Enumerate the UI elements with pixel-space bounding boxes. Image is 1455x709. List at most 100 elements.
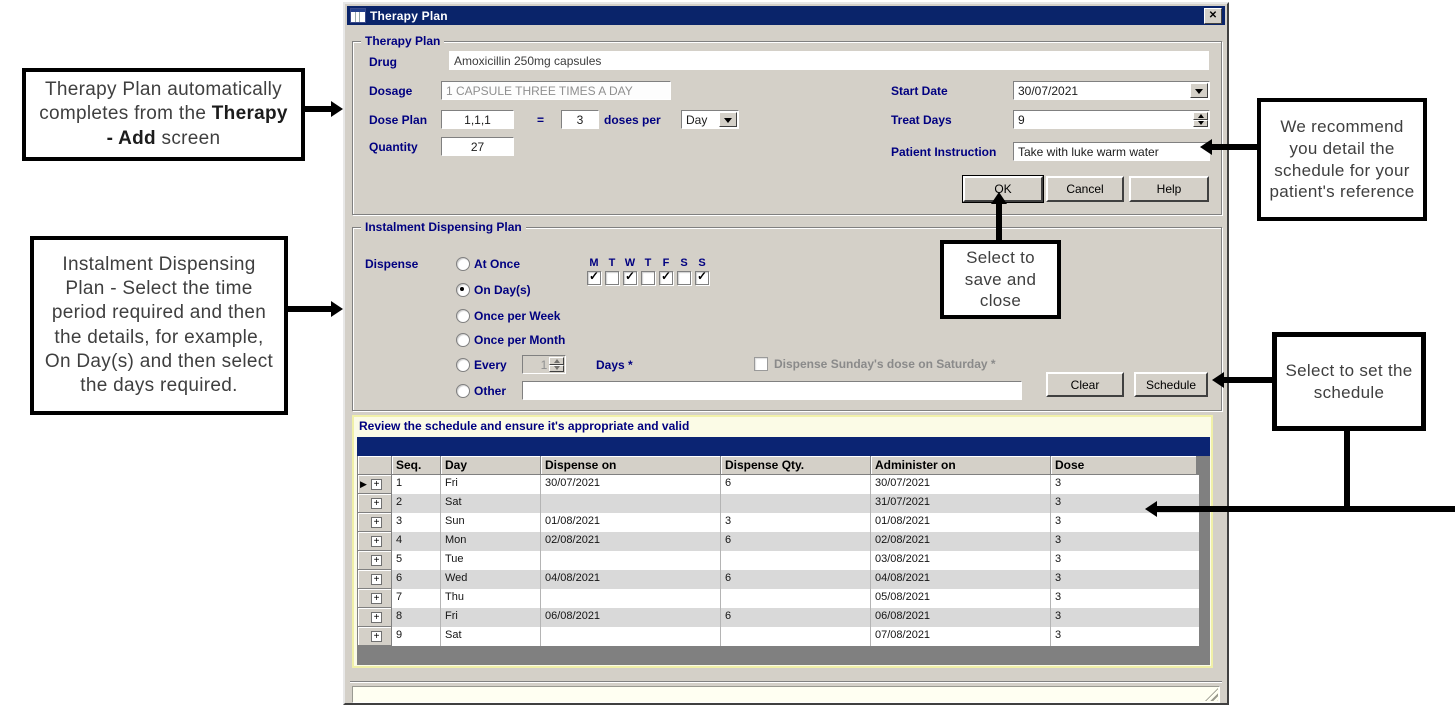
weekday-checkbox-4[interactable]: [639, 271, 657, 285]
column-header[interactable]: Administer on: [871, 456, 1051, 475]
cell: Wed: [441, 570, 541, 589]
row-selector[interactable]: +: [358, 627, 392, 646]
column-header[interactable]: Dispense on: [541, 456, 721, 475]
doses-count-field[interactable]: 3: [561, 110, 599, 129]
dose-plan-label: Dose Plan: [369, 113, 427, 127]
review-panel: Review the schedule and ensure it's appr…: [352, 415, 1213, 668]
expand-icon[interactable]: +: [371, 555, 382, 566]
expand-icon[interactable]: +: [371, 536, 382, 547]
cell: 6: [721, 608, 871, 627]
weekday-checkbox-5[interactable]: ✓: [657, 271, 675, 285]
column-header[interactable]: Seq.: [392, 456, 441, 475]
other-field[interactable]: [522, 381, 1022, 400]
table-row[interactable]: +5Tue03/08/20213: [358, 551, 1199, 570]
cell: 8: [392, 608, 441, 627]
weekday-checkbox-2[interactable]: [603, 271, 621, 285]
title-bar[interactable]: Therapy Plan ✕: [347, 6, 1225, 25]
expand-icon[interactable]: +: [371, 631, 382, 642]
row-selector[interactable]: +: [358, 551, 392, 570]
weekday-checkbox-1[interactable]: ✓: [585, 271, 603, 285]
radio-once-per-week-label: Once per Week: [474, 309, 560, 323]
cell: 3: [1051, 475, 1196, 494]
table-row[interactable]: ▶+1Fri30/07/2021630/07/20213: [358, 475, 1199, 494]
radio-at-once[interactable]: [456, 257, 470, 271]
radio-once-per-month[interactable]: [456, 333, 470, 347]
cell: Fri: [441, 475, 541, 494]
radio-every[interactable]: [456, 358, 470, 372]
page: Therapy Plan ✕ Therapy Plan Drug Amoxici…: [0, 0, 1455, 709]
checkbox-icon: ✓: [623, 271, 637, 285]
drug-field[interactable]: Amoxicillin 250mg capsules: [449, 51, 1209, 70]
arrow-left-icon: [1200, 139, 1212, 155]
saturday-checkbox[interactable]: [754, 357, 768, 371]
cell: 05/08/2021: [871, 589, 1051, 608]
expand-icon[interactable]: +: [371, 574, 382, 585]
table-row[interactable]: +8Fri06/08/2021606/08/20213: [358, 608, 1199, 627]
treat-days-spinner[interactable]: 9: [1013, 110, 1210, 129]
schedule-button[interactable]: Schedule: [1134, 372, 1208, 397]
expand-icon[interactable]: +: [371, 612, 382, 623]
start-date-combobox[interactable]: 30/07/2021: [1013, 81, 1210, 100]
expand-icon[interactable]: +: [371, 498, 382, 509]
patient-instruction-label: Patient Instruction: [891, 145, 996, 159]
weekday-label: W: [621, 257, 639, 269]
close-button[interactable]: ✕: [1204, 8, 1222, 24]
quantity-field[interactable]: 27: [441, 137, 514, 156]
weekday-checkbox-7[interactable]: ✓: [693, 271, 711, 285]
status-separator: [350, 681, 1222, 683]
row-selector[interactable]: +: [358, 532, 392, 551]
check-icon: ✓: [625, 269, 635, 283]
table-row[interactable]: +6Wed04/08/2021604/08/20213: [358, 570, 1199, 589]
cell: Mon: [441, 532, 541, 551]
therapy-plan-window: Therapy Plan ✕ Therapy Plan Drug Amoxici…: [343, 2, 1229, 705]
callout-connector-line: [1157, 506, 1455, 512]
expand-icon[interactable]: +: [371, 517, 382, 528]
every-days-spinner[interactable]: 1: [522, 355, 566, 374]
expand-icon[interactable]: +: [371, 479, 382, 490]
period-combobox[interactable]: Day: [681, 110, 739, 129]
clear-button[interactable]: Clear: [1046, 372, 1124, 397]
callout-arrow-line: [1212, 144, 1257, 150]
radio-once-per-week[interactable]: [456, 309, 470, 323]
callout-therapy-add-text: Therapy Plan automatically completes fro…: [34, 78, 293, 151]
patient-instruction-field[interactable]: Take with luke warm water: [1013, 142, 1210, 161]
weekday-checkbox-3[interactable]: ✓: [621, 271, 639, 285]
table-row[interactable]: +4Mon02/08/2021602/08/20213: [358, 532, 1199, 551]
table-row[interactable]: +7Thu05/08/20213: [358, 589, 1199, 608]
spin-down-icon[interactable]: [1193, 120, 1208, 128]
cancel-button[interactable]: Cancel: [1046, 176, 1124, 202]
resize-grip[interactable]: [1205, 688, 1218, 701]
callout-set-schedule: Select to set the schedule: [1272, 332, 1426, 431]
treat-days-value: 9: [1018, 113, 1025, 127]
table-row[interactable]: +3Sun01/08/2021301/08/20213: [358, 513, 1199, 532]
row-selector[interactable]: +: [358, 513, 392, 532]
spin-up-icon[interactable]: [1193, 112, 1208, 120]
row-selector[interactable]: +: [358, 589, 392, 608]
radio-on-days[interactable]: [456, 283, 470, 297]
schedule-grid-header: Seq.DayDispense onDispense Qty.Administe…: [358, 456, 1199, 475]
row-selector[interactable]: ▶+: [358, 475, 392, 494]
start-date-dropdown-icon[interactable]: [1190, 83, 1208, 98]
table-row[interactable]: +2Sat31/07/20213: [358, 494, 1199, 513]
help-button[interactable]: Help: [1129, 176, 1209, 202]
spin-down-icon: [549, 365, 564, 373]
cell: 06/08/2021: [871, 608, 1051, 627]
column-header[interactable]: Day: [441, 456, 541, 475]
dose-plan-field[interactable]: 1,1,1: [441, 110, 514, 129]
arrow-right-icon: [331, 101, 343, 117]
expand-icon[interactable]: +: [371, 593, 382, 604]
cell: 04/08/2021: [541, 570, 721, 589]
treat-days-spin-buttons[interactable]: [1193, 112, 1208, 127]
period-dropdown-icon[interactable]: [719, 112, 737, 127]
row-selector[interactable]: +: [358, 570, 392, 589]
weekday-label: F: [657, 257, 675, 269]
cell: 02/08/2021: [871, 532, 1051, 551]
table-row[interactable]: +9Sat07/08/20213: [358, 627, 1199, 646]
column-header[interactable]: Dispense Qty.: [721, 456, 871, 475]
column-header[interactable]: Dose: [1051, 456, 1196, 475]
row-selector[interactable]: +: [358, 494, 392, 513]
radio-other[interactable]: [456, 384, 470, 398]
weekday-checkbox-6[interactable]: [675, 271, 693, 285]
dosage-field[interactable]: 1 CAPSULE THREE TIMES A DAY: [441, 81, 671, 100]
row-selector[interactable]: +: [358, 608, 392, 627]
